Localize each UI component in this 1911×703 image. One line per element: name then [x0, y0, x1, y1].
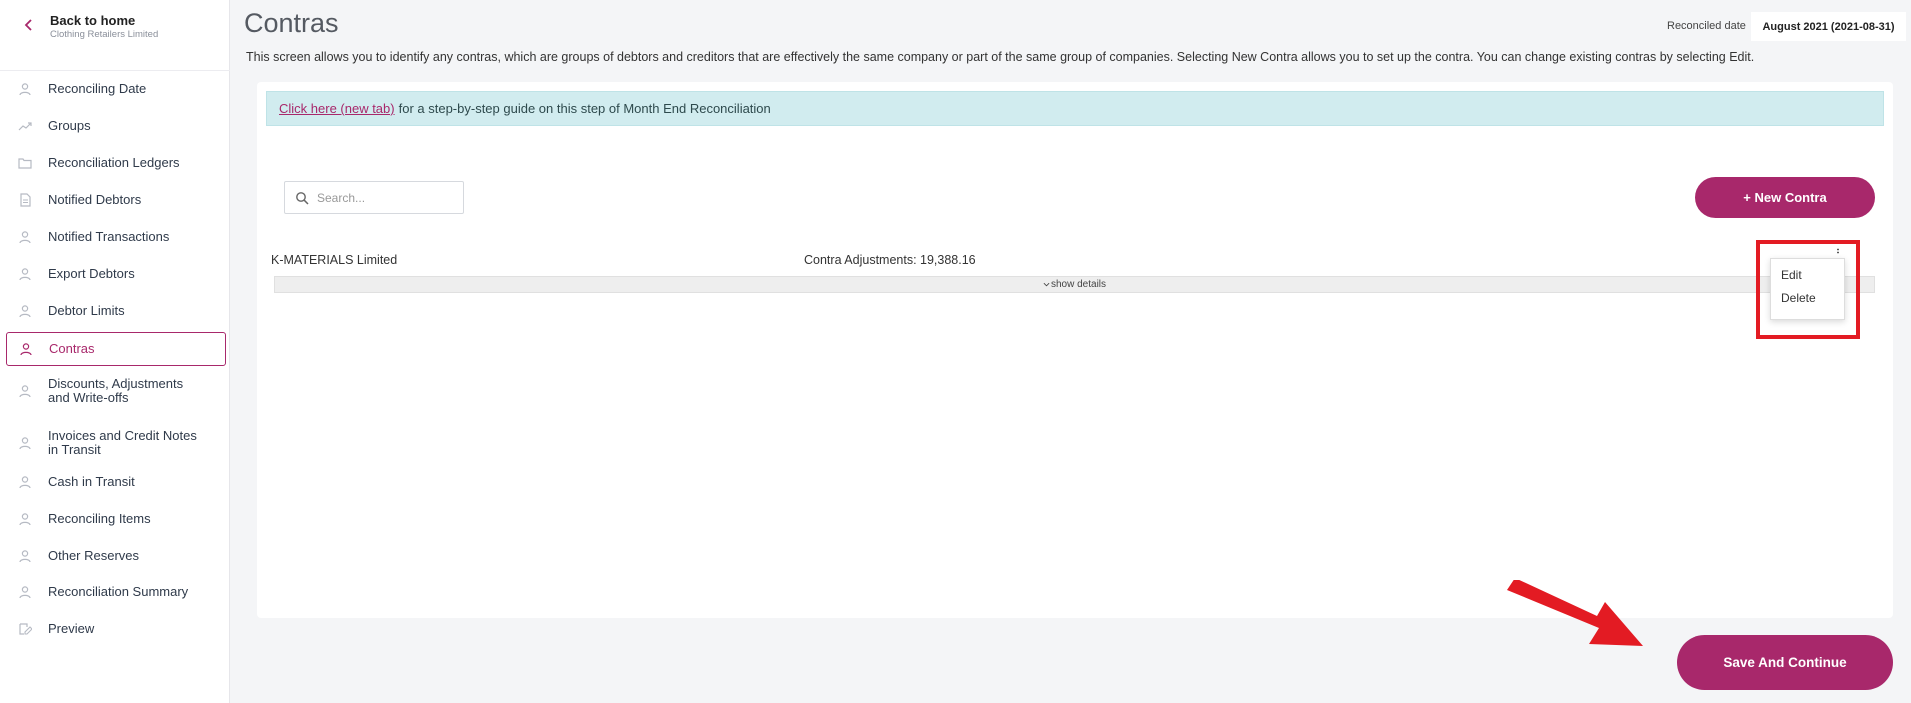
search-icon [296, 191, 309, 205]
user-icon [19, 586, 31, 599]
user-icon [19, 231, 31, 244]
sidebar-item-label: Export Debtors [48, 266, 135, 281]
user-icon [19, 437, 31, 450]
chevron-down-icon [1043, 282, 1050, 287]
user-icon [19, 305, 31, 318]
sidebar-item-label: Reconciliation Ledgers [48, 155, 180, 170]
sidebar-item-label: Contras [49, 341, 95, 356]
guide-info-bar: Click here (new tab) for a step-by-step … [266, 91, 1884, 126]
sidebar-item-label: Notified Debtors [48, 192, 142, 207]
user-icon [19, 513, 31, 526]
sidebar-item-contras[interactable]: Contras [6, 332, 226, 366]
sidebar-item-reconciliation-ledgers[interactable]: Reconciliation Ledgers [6, 154, 226, 172]
user-icon [19, 385, 31, 398]
sidebar-item-cash-in-transit[interactable]: Cash in Transit [6, 473, 226, 491]
save-and-continue-button[interactable]: Save And Continue [1677, 635, 1893, 690]
sidebar-item-other-reserves[interactable]: Other Reserves [6, 547, 226, 565]
show-details-label: show details [1050, 279, 1107, 290]
trend-icon [18, 122, 32, 131]
page-description: This screen allows you to identify any c… [246, 50, 1755, 64]
sidebar-item-debtor-limits[interactable]: Debtor Limits [6, 302, 226, 320]
sidebar-item-preview[interactable]: Preview [6, 620, 226, 638]
user-icon [19, 83, 31, 96]
contras-card [257, 82, 1893, 618]
sidebar-item-label: Preview [48, 621, 95, 636]
sidebar: Back to home Clothing Retailers Limited … [0, 0, 230, 703]
page-title: Contras [244, 8, 339, 38]
contra-actions-menu: Edit Delete [1770, 258, 1845, 320]
menu-item-edit[interactable]: Edit [1781, 268, 1802, 282]
sidebar-item-export-debtors[interactable]: Export Debtors [6, 265, 226, 283]
sidebar-item-invoices-in-transit[interactable]: Invoices and Credit Notes in Transit [6, 428, 226, 458]
contra-adjustments: Contra Adjustments: 19,388.16 [804, 253, 976, 267]
guide-text: for a step-by-step guide on this step of… [398, 101, 771, 116]
sidebar-item-discounts-adjustments[interactable]: Discounts, Adjustments and Write-offs [6, 376, 226, 406]
sidebar-item-label: Other Reserves [48, 548, 140, 563]
red-arrow-icon [1507, 580, 1643, 646]
back-to-home-title: Back to home [50, 13, 136, 28]
sidebar-item-label: Debtor Limits [48, 303, 125, 318]
reconciled-date-label: Reconciled date [1667, 20, 1746, 32]
user-icon [20, 343, 32, 356]
sidebar-item-label: Notified Transactions [48, 229, 170, 244]
sidebar-item-notified-debtors[interactable]: Notified Debtors [6, 191, 226, 209]
sidebar-item-label: Cash in Transit [48, 474, 135, 489]
search-box [284, 181, 464, 214]
search-input[interactable] [317, 190, 457, 205]
document-icon [20, 193, 31, 207]
reconciled-date-value: August 2021 (2021-08-31) [1751, 12, 1906, 41]
guide-link[interactable]: Click here (new tab) [279, 101, 395, 116]
sidebar-item-notified-transactions[interactable]: Notified Transactions [6, 228, 226, 246]
sidebar-item-reconciling-items[interactable]: Reconciling Items [6, 510, 226, 528]
sidebar-item-label: Reconciling Items [48, 511, 151, 526]
sidebar-item-groups[interactable]: Groups [6, 117, 226, 135]
company-name: Clothing Retailers Limited [50, 29, 159, 40]
sidebar-item-label: Invoices and Credit Notes in Transit [48, 428, 197, 457]
user-icon [19, 550, 31, 563]
sidebar-divider [0, 70, 230, 71]
user-icon [19, 476, 31, 489]
sidebar-item-reconciling-date[interactable]: Reconciling Date [6, 80, 226, 98]
show-details-toggle[interactable]: show details [274, 276, 1875, 293]
menu-item-delete[interactable]: Delete [1781, 291, 1816, 305]
sidebar-item-label: Reconciliation Summary [48, 584, 189, 599]
chevron-left-icon [24, 19, 32, 31]
user-icon [19, 268, 31, 281]
edit-icon [19, 623, 32, 635]
contra-name: K-MATERIALS Limited [271, 253, 398, 267]
sidebar-item-label: Discounts, Adjustments and Write-offs [48, 376, 184, 405]
kebab-menu-icon[interactable] [1834, 248, 1842, 256]
sidebar-item-label: Groups [48, 118, 91, 133]
sidebar-item-reconciliation-summary[interactable]: Reconciliation Summary [6, 583, 226, 601]
sidebar-item-label: Reconciling Date [48, 81, 147, 96]
new-contra-button[interactable]: + New Contra [1695, 177, 1875, 218]
folder-icon [18, 158, 32, 169]
back-to-home-link[interactable]: Back to home Clothing Retailers Limited [0, 0, 230, 54]
